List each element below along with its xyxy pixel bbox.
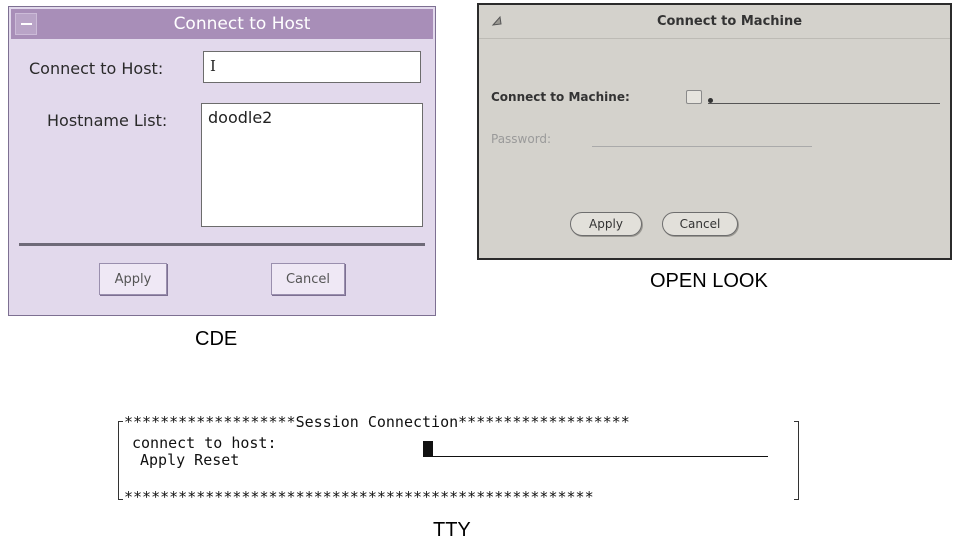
cde-hostname-list[interactable]: doodle2 [201,103,423,227]
tty-cursor[interactable] [423,441,433,457]
cde-caption: CDE [195,328,238,350]
cde-dialog-title: Connect to Host [173,14,311,34]
cde-host-label: Connect to Host: [29,59,164,78]
tty-corner [794,499,799,500]
tty-caption: TTY [433,519,471,541]
cde-host-input[interactable]: I [203,51,421,83]
cde-hostname-list-label: Hostname List: [47,111,168,130]
tty-host-prompt: connect to host: [132,434,277,452]
tty-corner [118,499,123,500]
abbrev-menu-button[interactable] [686,90,702,104]
cde-dialog: Connect to Host Connect to Host: I Hostn… [8,6,436,316]
openlook-caption: OPEN LOOK [650,270,768,292]
cde-separator [19,243,425,246]
openlook-title-bar[interactable]: Connect to Machine [479,5,950,39]
window-menu-icon[interactable] [491,15,503,27]
cde-apply-button[interactable]: Apply [99,263,167,295]
openlook-password-field[interactable] [592,146,812,147]
tty-footer: ****************************************… [124,488,594,506]
openlook-dialog: Connect to Machine Connect to Machine: P… [477,3,952,260]
tty-host-field[interactable] [433,456,768,457]
openlook-dialog-title: Connect to Machine [656,14,803,29]
openlook-password-label: Password: [491,132,552,146]
tty-header: *******************Session Connection***… [124,413,630,431]
tty-actions[interactable]: Apply Reset [140,452,239,469]
openlook-machine-field[interactable] [708,103,940,104]
list-item[interactable]: doodle2 [208,108,416,127]
openlook-cancel-button[interactable]: Cancel [662,212,738,236]
tty-corner [118,421,123,422]
cde-title-bar[interactable]: Connect to Host [11,9,433,39]
openlook-machine-label: Connect to Machine: [491,90,630,104]
window-menu-icon[interactable] [15,13,37,35]
tty-corner [794,421,799,422]
openlook-apply-button[interactable]: Apply [570,212,642,236]
cde-cancel-button[interactable]: Cancel [271,263,345,295]
